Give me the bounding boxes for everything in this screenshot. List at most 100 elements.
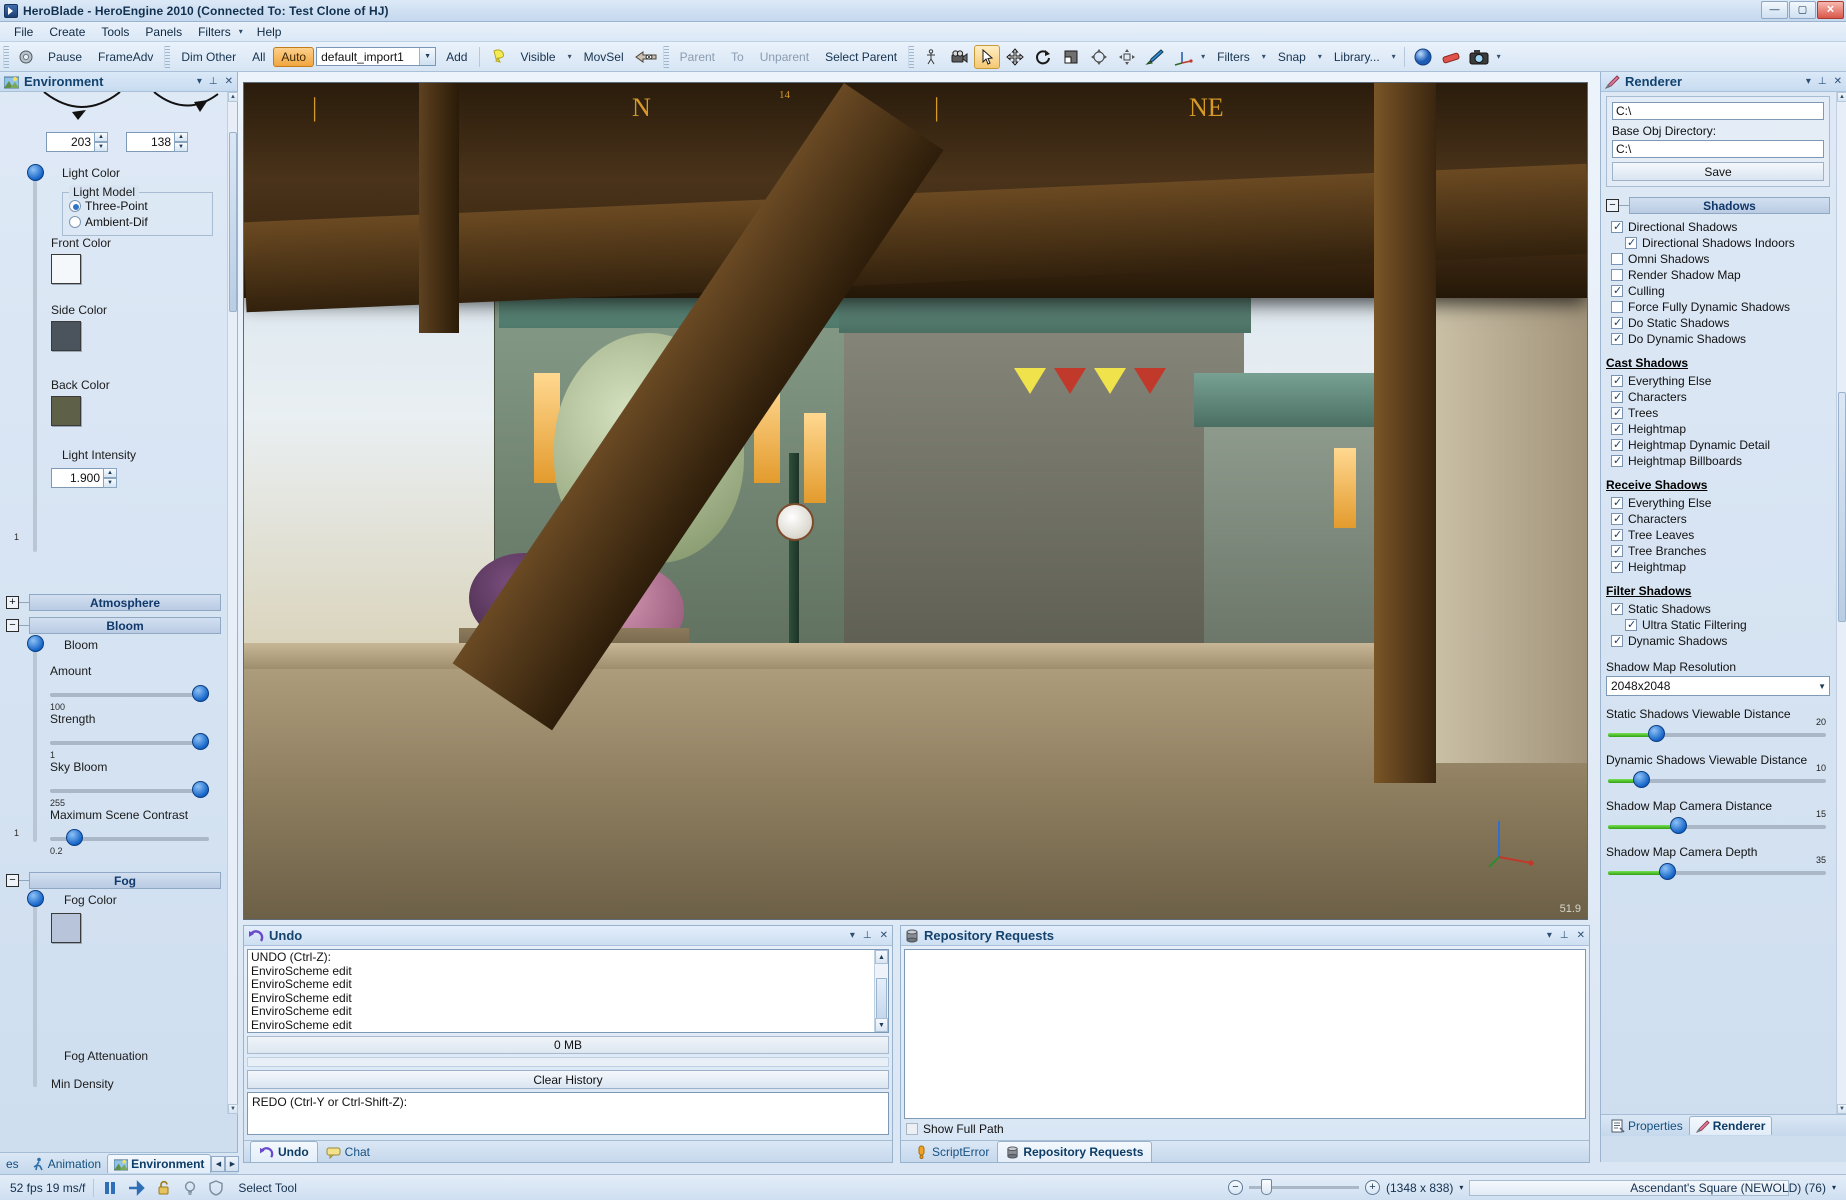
scale-tool-icon[interactable] <box>1058 45 1084 69</box>
slider-knob[interactable] <box>66 829 83 846</box>
spinner-203[interactable]: 203 ▲▼ <box>46 132 108 152</box>
filter-shadow-row-0[interactable]: Static Shadows <box>1611 602 1830 616</box>
expander-plus-icon[interactable]: + <box>6 596 19 609</box>
sidebar-tab-environment[interactable]: Environment <box>107 1154 211 1173</box>
spin-up-icon[interactable]: ▲ <box>174 132 188 142</box>
scroll-down-icon[interactable]: ▼ <box>228 1104 238 1114</box>
chevron-down-icon[interactable]: ▼ <box>1818 682 1826 691</box>
frame-advance-button[interactable]: FrameAdv <box>90 47 161 67</box>
radio-three-point[interactable]: Three-Point <box>69 199 148 213</box>
area-indicator[interactable]: Ascendant's Square (NEWOLD) (76) ▾ <box>1630 1181 1836 1195</box>
tab-chat[interactable]: Chat <box>318 1142 378 1162</box>
toolbar-grip-3[interactable] <box>663 46 669 68</box>
spin-down-icon[interactable]: ▼ <box>103 478 117 488</box>
movsel-button[interactable]: MovSel <box>576 47 632 67</box>
shadow-map-resolution-select[interactable]: 2048x2048 ▼ <box>1606 676 1830 696</box>
fog-rail-knob[interactable] <box>27 890 44 907</box>
path-field[interactable]: C:\ <box>1612 102 1824 120</box>
tab-renderer[interactable]: Renderer <box>1689 1116 1773 1135</box>
receive-shadow-row-0[interactable]: Everything Else <box>1611 496 1830 510</box>
pause-button[interactable]: Pause <box>40 47 90 67</box>
library-button[interactable]: Library... <box>1326 47 1388 67</box>
shadow-option-row-3[interactable]: Render Shadow Map <box>1611 268 1830 282</box>
select-tool-icon[interactable] <box>974 45 1000 69</box>
bloom-rail[interactable] <box>33 642 37 842</box>
shadow-option-row-1[interactable]: Directional Shadows Indoors <box>1625 236 1830 250</box>
panel-menu-caret-icon[interactable]: ▾ <box>1547 930 1552 941</box>
cast-shadow-checkbox-5[interactable] <box>1611 455 1623 467</box>
sphere-primitive-icon[interactable] <box>1410 45 1436 69</box>
fog-color-swatch[interactable] <box>51 913 81 943</box>
cast-shadow-row-3[interactable]: Heightmap <box>1611 422 1830 436</box>
scroll-down-icon[interactable]: ▼ <box>875 1018 888 1032</box>
cast-shadow-row-2[interactable]: Trees <box>1611 406 1830 420</box>
tab-next-icon[interactable]: ▶ <box>225 1156 239 1172</box>
receive-shadow-row-3[interactable]: Tree Branches <box>1611 544 1830 558</box>
clock-icon[interactable] <box>13 45 39 69</box>
dim-other-button[interactable]: Dim Other <box>173 47 244 67</box>
close-icon[interactable]: ✕ <box>1577 930 1585 941</box>
side-color-swatch[interactable] <box>51 321 81 351</box>
pin-icon[interactable]: ⊥ <box>1818 76 1827 87</box>
bloom-strength-slider[interactable] <box>50 735 209 749</box>
slider-knob[interactable] <box>1633 771 1650 788</box>
receive-shadow-row-4[interactable]: Heightmap <box>1611 560 1830 574</box>
zoom-slider-knob[interactable] <box>1261 1179 1272 1195</box>
list-item[interactable]: EnviroScheme edit <box>251 992 885 1006</box>
shadow-option-row-7[interactable]: Do Dynamic Shadows <box>1611 332 1830 346</box>
visibility-bulb-icon[interactable] <box>485 45 511 69</box>
zoom-out-button[interactable]: − <box>1228 1180 1243 1195</box>
receive-shadow-row-1[interactable]: Characters <box>1611 512 1830 526</box>
3d-viewport[interactable]: | N 14 | NE 51.9 <box>243 82 1588 920</box>
cast-shadow-checkbox-4[interactable] <box>1611 439 1623 451</box>
cast-shadow-checkbox-1[interactable] <box>1611 391 1623 403</box>
menu-item-tools[interactable]: Tools <box>93 23 137 41</box>
bloom-rail-knob[interactable] <box>27 635 44 652</box>
auto-button[interactable]: Auto <box>273 47 314 67</box>
local-move-icon[interactable] <box>1114 45 1140 69</box>
light-intensity-spinner[interactable]: 1.900 ▲▼ <box>51 468 117 488</box>
scroll-up-icon[interactable]: ▲ <box>228 92 238 102</box>
receive-shadow-row-2[interactable]: Tree Leaves <box>1611 528 1830 542</box>
spin-down-icon[interactable]: ▼ <box>174 142 188 152</box>
bloom-amount-slider[interactable] <box>50 687 209 701</box>
close-icon[interactable]: ✕ <box>880 930 888 941</box>
close-icon[interactable]: ✕ <box>1834 76 1842 87</box>
cast-shadow-checkbox-3[interactable] <box>1611 423 1623 435</box>
cast-shadow-checkbox-0[interactable] <box>1611 375 1623 387</box>
sidebar-tab-animation[interactable]: Animation <box>25 1155 107 1173</box>
receive-shadow-checkbox-0[interactable] <box>1611 497 1623 509</box>
cast-shadow-row-0[interactable]: Everything Else <box>1611 374 1830 388</box>
spinner-138[interactable]: 138 ▲▼ <box>126 132 188 152</box>
shadow-slider-2[interactable]: 15 <box>1608 818 1826 834</box>
shadow-option-row-6[interactable]: Do Static Shadows <box>1611 316 1830 330</box>
max-scene-contrast-slider[interactable] <box>50 831 209 845</box>
tab-properties[interactable]: Properties <box>1605 1117 1689 1135</box>
menu-item-panels[interactable]: Panels <box>137 23 190 41</box>
back-color-swatch[interactable] <box>51 396 81 426</box>
tab-repository-requests[interactable]: Repository Requests <box>997 1141 1152 1162</box>
shadow-option-row-0[interactable]: Directional Shadows <box>1611 220 1830 234</box>
zoom-in-button[interactable]: + <box>1365 1180 1380 1195</box>
menu-item-help[interactable]: Help <box>249 23 290 41</box>
shadow-option-row-4[interactable]: Culling <box>1611 284 1830 298</box>
zoom-slider-track[interactable] <box>1249 1186 1359 1189</box>
slider-knob[interactable] <box>1648 725 1665 742</box>
scroll-up-icon[interactable]: ▲ <box>1837 92 1846 102</box>
screenshot-camera-icon[interactable] <box>1466 45 1492 69</box>
chevron-down-icon[interactable]: ▾ <box>1459 1183 1463 1192</box>
filter-shadow-checkbox-1[interactable] <box>1625 619 1637 631</box>
shadow-option-checkbox-7[interactable] <box>1611 333 1623 345</box>
slider-knob[interactable] <box>1670 817 1687 834</box>
shadow-option-row-5[interactable]: Force Fully Dynamic Shadows <box>1611 300 1830 314</box>
menu-item-create[interactable]: Create <box>41 23 93 41</box>
list-item[interactable]: UNDO (Ctrl-Z): <box>251 951 885 965</box>
cast-shadow-row-5[interactable]: Heightmap Billboards <box>1611 454 1830 468</box>
receive-shadow-checkbox-4[interactable] <box>1611 561 1623 573</box>
filters-button[interactable]: Filters <box>1209 47 1258 67</box>
expander-minus-icon[interactable]: − <box>1606 199 1619 212</box>
snap-button[interactable]: Snap <box>1270 47 1314 67</box>
pin-icon[interactable]: ⊥ <box>209 76 218 87</box>
global-move-icon[interactable] <box>1086 45 1112 69</box>
pin-icon[interactable]: ⊥ <box>1560 930 1569 941</box>
